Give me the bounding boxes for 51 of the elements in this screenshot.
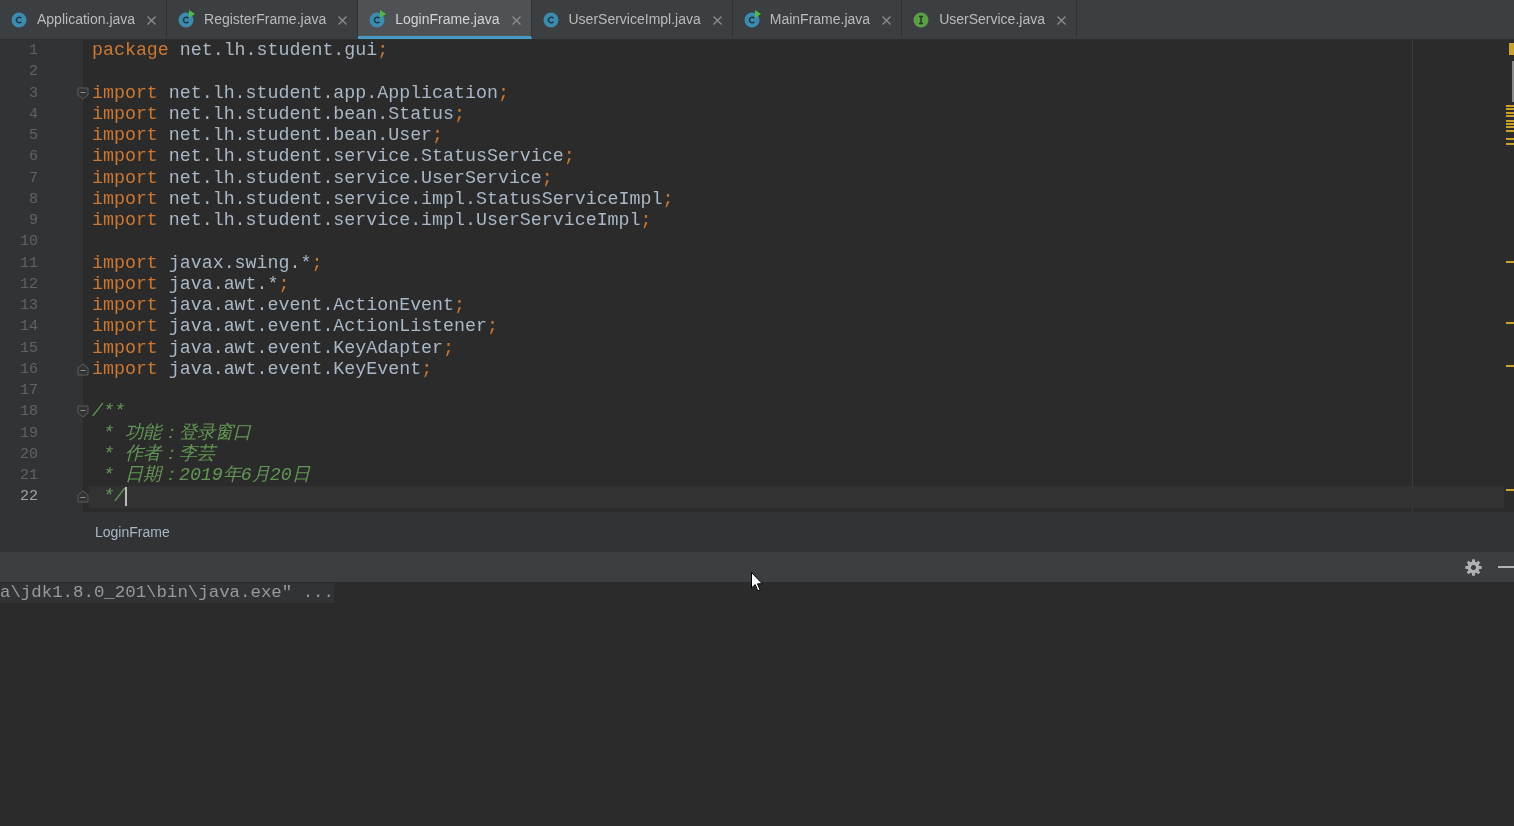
line-marker-icon[interactable] bbox=[1506, 123, 1514, 125]
close-icon[interactable] bbox=[338, 16, 348, 25]
breadcrumb-item[interactable]: LoginFrame bbox=[95, 524, 170, 540]
settings-icon[interactable] bbox=[1465, 558, 1482, 576]
fold-marker-icon[interactable] bbox=[77, 490, 89, 504]
code-line: import net.lh.student.bean.User; bbox=[92, 125, 444, 147]
fold-marker-icon[interactable] bbox=[77, 86, 89, 100]
line-marker-icon[interactable] bbox=[1506, 120, 1514, 122]
minimize-icon[interactable] bbox=[1498, 566, 1514, 568]
line-marker-icon[interactable] bbox=[1506, 261, 1514, 263]
line-marker-icon[interactable] bbox=[1506, 115, 1514, 117]
line-marker-icon[interactable] bbox=[1506, 138, 1514, 140]
mouse-pointer-icon bbox=[751, 572, 763, 592]
line-number: 22 bbox=[19, 488, 38, 506]
code-line: import net.lh.student.service.StatusService; bbox=[92, 146, 575, 168]
code-line: package net.lh.student.gui; bbox=[92, 40, 389, 62]
line-marker-icon[interactable] bbox=[1506, 365, 1514, 367]
code-line: import java.awt.event.KeyEvent; bbox=[92, 358, 433, 380]
close-icon[interactable] bbox=[511, 16, 521, 25]
line-marker-icon[interactable] bbox=[1506, 105, 1514, 107]
text-cursor bbox=[124, 487, 127, 507]
code-line: import java.awt.event.ActionEvent; bbox=[92, 295, 466, 317]
code-line: * 日期：2019年6月20日 bbox=[101, 465, 310, 487]
fold-marker-icon[interactable] bbox=[77, 362, 89, 376]
line-marker-icon[interactable] bbox=[1506, 108, 1514, 110]
code-line: import net.lh.student.service.impl.UserServiceImpl; bbox=[92, 210, 652, 232]
scrollbar-thumb[interactable] bbox=[1512, 61, 1514, 102]
line-marker-icon[interactable] bbox=[1506, 112, 1514, 114]
code-line: import net.lh.student.bean.Status; bbox=[92, 103, 466, 125]
code-line: /** bbox=[92, 401, 125, 423]
close-icon[interactable] bbox=[712, 16, 722, 25]
square-marker-icon[interactable] bbox=[1509, 43, 1514, 55]
code-line: import javax.swing.*; bbox=[92, 252, 323, 274]
close-icon[interactable] bbox=[147, 16, 157, 25]
line-marker-icon[interactable] bbox=[1506, 130, 1514, 132]
fold-marker-icon[interactable] bbox=[77, 405, 89, 419]
code-line: import net.lh.student.service.UserService; bbox=[92, 167, 553, 189]
code-line: import net.lh.student.service.impl.StatusServiceImpl; bbox=[92, 188, 674, 210]
code-line: import net.lh.student.app.Application; bbox=[92, 82, 509, 104]
close-icon[interactable] bbox=[882, 16, 892, 25]
editor-tab[interactable]: LoginFrame.java bbox=[358, 0, 532, 39]
line-marker-icon[interactable] bbox=[1506, 126, 1514, 128]
code-line: import java.awt.event.ActionListener; bbox=[92, 316, 498, 338]
line-marker-icon[interactable] bbox=[1506, 489, 1514, 491]
line-marker-icon[interactable] bbox=[1506, 322, 1514, 324]
line-marker-icon[interactable] bbox=[1506, 143, 1514, 145]
code-line: * 功能：登录窗口 bbox=[101, 422, 251, 444]
code-line: import java.awt.*; bbox=[92, 273, 290, 295]
close-icon[interactable] bbox=[1056, 16, 1066, 25]
code-line: import java.awt.event.KeyAdapter; bbox=[92, 337, 455, 359]
code-line: */ bbox=[101, 486, 125, 508]
